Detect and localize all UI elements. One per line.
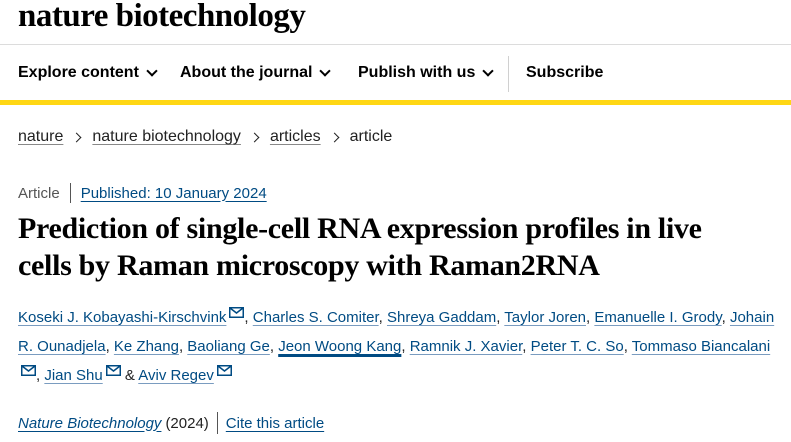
chevron-down-icon — [319, 64, 332, 77]
author-list: Koseki J. Kobayashi-Kirschvink, Charles … — [18, 307, 775, 384]
author-item: Jian Shu — [44, 365, 121, 384]
author-link[interactable]: Emanuelle I. Grody — [594, 309, 721, 326]
title-line-1: Prediction of single-cell RNA expression… — [18, 212, 702, 245]
nav-about-label: About the journal — [180, 64, 313, 81]
nav-explore-content[interactable]: Explore content — [18, 64, 158, 82]
author-item: Peter T. C. So — [531, 338, 624, 355]
chevron-down-icon — [482, 64, 495, 77]
nav-explore-label: Explore content — [18, 64, 139, 81]
article-title: Prediction of single-cell RNA expression… — [18, 210, 778, 284]
author-link[interactable]: Jeon Woong Kang — [278, 338, 401, 355]
author-item: Charles S. Comiter — [253, 309, 379, 326]
nav-divider — [508, 56, 509, 92]
author-link[interactable]: Baoliang Ge — [187, 338, 270, 355]
author-item: Baoliang Ge — [187, 338, 270, 355]
chevron-right-icon — [71, 132, 82, 142]
article-type: Article — [18, 184, 60, 202]
nav-publish-label: Publish with us — [358, 64, 476, 81]
mail-icon[interactable] — [21, 365, 36, 376]
author-link[interactable]: Taylor Joren — [504, 309, 586, 326]
author-link[interactable]: Jian Shu — [44, 367, 102, 384]
nav-about-journal[interactable]: About the journal — [180, 64, 332, 82]
breadcrumb-articles[interactable]: articles — [270, 128, 321, 146]
author-item: Ke Zhang — [114, 338, 179, 355]
journal-logo[interactable]: nature biotechnology — [18, 0, 306, 35]
nav-subscribe[interactable]: Subscribe — [526, 64, 603, 82]
author-item: Jeon Woong Kang — [278, 338, 401, 355]
author-link[interactable]: Ramnik J. Xavier — [410, 338, 523, 355]
nav-publish-with-us[interactable]: Publish with us — [358, 64, 495, 82]
header-divider — [0, 44, 791, 45]
author-item: Shreya Gaddam — [387, 309, 496, 326]
cite-this-article-link[interactable]: Cite this article — [226, 415, 324, 432]
breadcrumb-nature[interactable]: nature — [18, 128, 63, 146]
breadcrumb-nature-biotechnology[interactable]: nature biotechnology — [92, 128, 241, 146]
citation-divider — [216, 412, 218, 434]
author-link[interactable]: Ke Zhang — [114, 338, 179, 355]
chevron-right-icon — [329, 132, 340, 142]
author-item: Ramnik J. Xavier — [410, 338, 523, 355]
author-item: Taylor Joren — [504, 309, 586, 326]
breadcrumb-current: article — [349, 128, 393, 145]
author-connector: & — [124, 367, 135, 384]
chevron-down-icon — [146, 64, 158, 77]
author-link[interactable]: Shreya Gaddam — [387, 309, 496, 326]
mail-icon[interactable] — [216, 365, 232, 376]
title-line-2: cells by Raman microscopy with Raman2RNA — [18, 249, 600, 282]
accent-bar — [0, 100, 791, 105]
journal-name-link[interactable]: Nature Biotechnology — [18, 415, 161, 432]
mail-icon[interactable] — [105, 365, 121, 376]
author-link[interactable]: Peter T. C. So — [531, 338, 624, 355]
author-link[interactable]: Tommaso Biancalani — [632, 338, 770, 355]
published-date-link[interactable]: Published: 10 January 2024 — [81, 185, 267, 202]
publication-year: (2024) — [165, 414, 209, 432]
breadcrumb: nature nature biotechnology articles art… — [18, 128, 392, 146]
author-link[interactable]: Charles S. Comiter — [253, 309, 379, 326]
author-link[interactable]: Koseki J. Kobayashi-Kirschvink — [18, 309, 226, 326]
author-item: Aviv Regev — [138, 365, 232, 384]
mail-icon[interactable] — [229, 307, 245, 318]
main-nav: Explore content About the journal Publis… — [0, 46, 791, 100]
author-item: Koseki J. Kobayashi-Kirschvink — [18, 307, 245, 326]
chevron-right-icon — [249, 132, 260, 142]
author-link[interactable]: Aviv Regev — [138, 367, 214, 384]
author-item: Emanuelle I. Grody — [594, 309, 721, 326]
article-meta: Article Published: 10 January 2024 — [18, 183, 267, 203]
meta-divider — [69, 183, 71, 203]
citation-line: Nature Biotechnology (2024) Cite this ar… — [18, 412, 324, 434]
